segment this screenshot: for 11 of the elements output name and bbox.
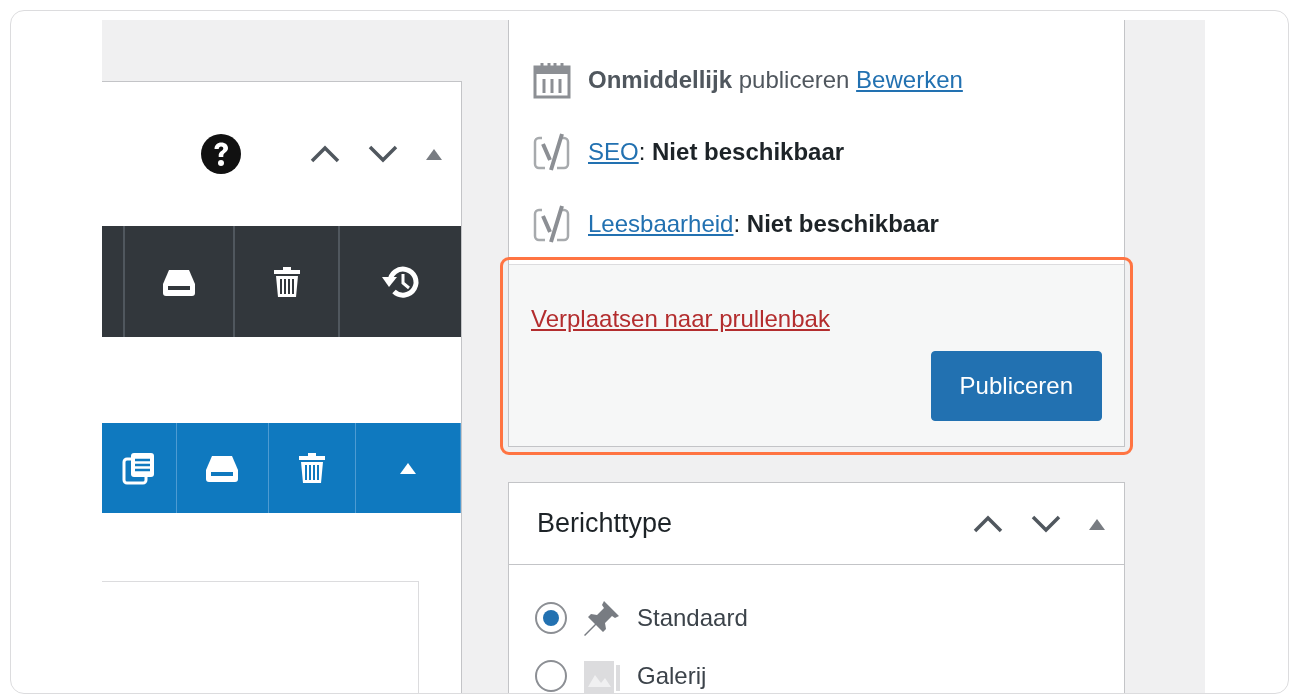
publish-button[interactable]: Publiceren — [930, 351, 1102, 421]
analysis-status: Leesbaarheid: Niet beschikbaar — [588, 210, 939, 238]
option-label: Standaard — [637, 604, 748, 632]
analysis-link[interactable]: Leesbaarheid — [588, 210, 734, 237]
publish-schedule: Onmiddellijk publiceren Bewerken — [588, 66, 963, 94]
box-title: Berichttype — [537, 508, 673, 539]
edit-link[interactable]: Bewerken — [856, 66, 963, 93]
option-label: Galerij — [637, 662, 707, 690]
trash-link[interactable]: Verplaatsen naar prullenbak — [531, 305, 830, 333]
analysis-link[interactable]: SEO — [588, 138, 639, 165]
analysis-status: SEO: Niet beschikbaar — [588, 138, 845, 166]
